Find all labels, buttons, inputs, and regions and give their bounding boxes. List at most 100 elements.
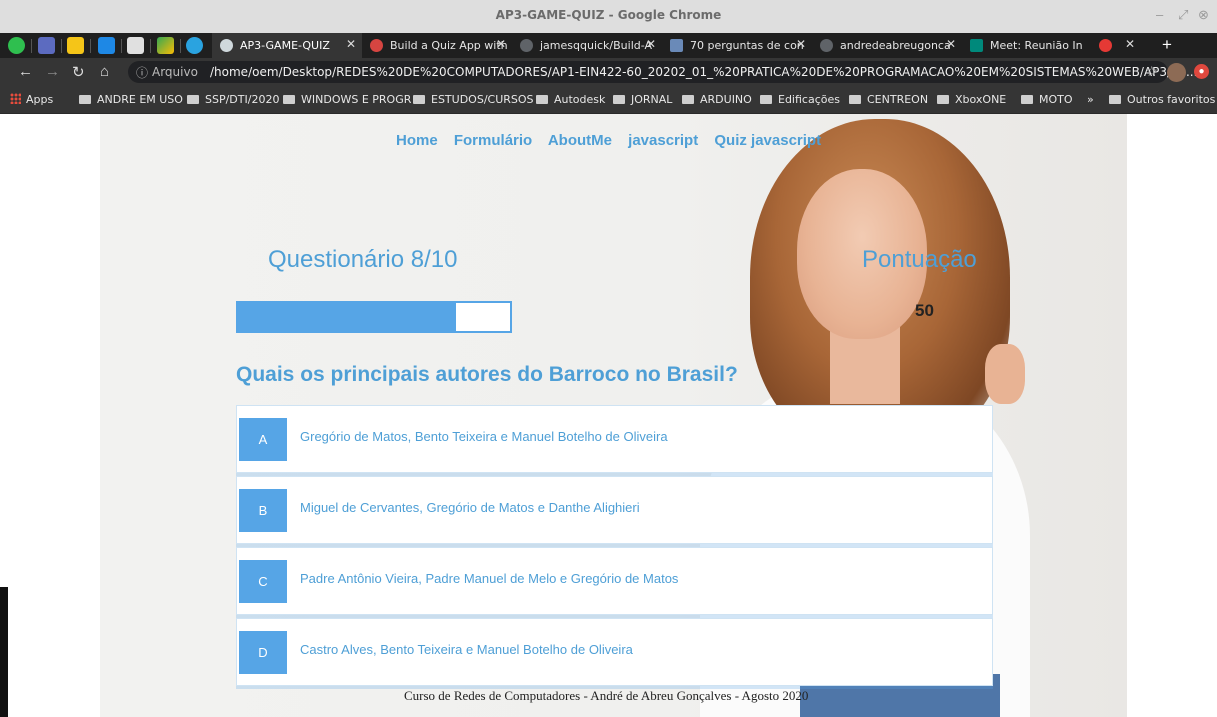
info-icon[interactable]: ⓘ [136, 64, 148, 81]
trello-pinned-tab-icon[interactable] [98, 37, 115, 54]
bookmark-other-favorites[interactable]: Outros favoritos [1109, 93, 1215, 106]
bookmark-label: SSP/DTI/2020 [205, 93, 280, 106]
folder-icon [1021, 95, 1033, 104]
bookmark-folder[interactable]: Edificações [760, 93, 840, 106]
github-icon [820, 39, 833, 52]
bookmark-folder[interactable]: SSP/DTI/2020 [187, 93, 279, 106]
tab-label: andredeabreugonca [840, 39, 951, 52]
folder-icon [682, 95, 694, 104]
page-content: Home Formulário AboutMe javascript Quiz … [100, 114, 1127, 717]
choice-d[interactable]: D Castro Alves, Bento Teixeira e Manuel … [236, 618, 993, 686]
tab-github-build-a[interactable]: jamesqquick/Build-A ✕ [512, 33, 662, 58]
background-photo-hand [985, 344, 1025, 404]
choice-text: Miguel de Cervantes, Gregório de Matos e… [300, 500, 640, 515]
bookmark-label: WINDOWS E PROGR [301, 93, 412, 106]
keep-pinned-tab-icon[interactable] [67, 37, 84, 54]
bookmark-label: MOTO [1039, 93, 1073, 106]
bookmark-label: Apps [26, 93, 54, 106]
site-nav: Home Formulário AboutMe javascript Quiz … [396, 132, 833, 149]
bookmark-folder[interactable]: Autodesk [536, 93, 605, 106]
tab-build-quiz-app[interactable]: Build a Quiz App with ✕ [362, 33, 512, 58]
close-tab-icon[interactable]: ✕ [346, 37, 356, 51]
bookmark-folder[interactable]: ANDRE EM USO [79, 93, 183, 106]
tab-separator [150, 39, 151, 53]
url-bar[interactable]: ⓘ Arquivo /home/oem/Desktop/REDES%20DE%2… [128, 61, 1197, 83]
profile-avatar[interactable] [1167, 63, 1186, 82]
choice-c[interactable]: C Padre Antônio Vieira, Padre Manuel de … [236, 547, 993, 615]
back-icon[interactable]: ← [18, 63, 33, 80]
github-icon [520, 39, 533, 52]
bookmark-label: ESTUDOS/CURSOS [431, 93, 534, 106]
board-pinned-tab-icon[interactable] [127, 37, 144, 54]
pinned-tab-icon[interactable] [38, 37, 55, 54]
bookmark-label: ANDRE EM USO [97, 93, 183, 106]
choice-text: Padre Antônio Vieira, Padre Manuel de Me… [300, 571, 679, 586]
choice-b[interactable]: B Miguel de Cervantes, Gregório de Matos… [236, 476, 993, 544]
bookmarks-bar: Apps ANDRE EM USO SSP/DTI/2020 WINDOWS E… [0, 87, 1217, 114]
bookmark-folder[interactable]: ESTUDOS/CURSOS [413, 93, 534, 106]
new-tab-icon[interactable]: + [1162, 35, 1172, 55]
site-favicon-icon [370, 39, 383, 52]
tab-meet-reuniao[interactable]: Meet: Reunião In ✕ [962, 33, 1147, 58]
tab-separator [90, 39, 91, 53]
tab-andredeabreugonca[interactable]: andredeabreugonca ✕ [812, 33, 962, 58]
folder-icon [937, 95, 949, 104]
folder-icon [760, 95, 772, 104]
bookmark-apps[interactable]: Apps [10, 93, 53, 106]
bookmark-folder[interactable]: JORNAL [613, 93, 672, 106]
whatsapp-pinned-tab-icon[interactable] [8, 37, 25, 54]
telegram-pinned-tab-icon[interactable] [186, 37, 203, 54]
folder-icon [283, 95, 295, 104]
nav-link-javascript[interactable]: javascript [628, 132, 698, 149]
bookmark-folder[interactable]: MOTO [1021, 93, 1073, 106]
progress-bar [236, 301, 512, 333]
image-favicon-icon [670, 39, 683, 52]
bookmark-label: ARDUINO [700, 93, 752, 106]
tab-70-perguntas[interactable]: 70 perguntas de con ✕ [662, 33, 812, 58]
close-window-icon[interactable]: ⊗ [1198, 7, 1209, 23]
bookmark-folder[interactable]: ARDUINO [682, 93, 752, 106]
progress-bar-fill [238, 303, 456, 331]
close-tab-icon[interactable]: ✕ [646, 37, 656, 51]
choice-a[interactable]: A Gregório de Matos, Bento Teixeira e Ma… [236, 405, 993, 473]
bookmarks-overflow-button[interactable]: » [1087, 93, 1094, 106]
bookmark-folder[interactable]: WINDOWS E PROGR [283, 93, 411, 106]
window-titlebar: AP3-GAME-QUIZ - Google Chrome – ⤢ ⊗ [0, 0, 1217, 33]
reload-icon[interactable]: ↻ [72, 63, 85, 81]
minimize-icon[interactable]: – [1156, 7, 1163, 22]
forward-icon[interactable]: → [45, 63, 60, 80]
question-text: Quais os principais autores do Barroco n… [236, 363, 738, 386]
choice-text: Castro Alves, Bento Teixeira e Manuel Bo… [300, 642, 633, 657]
close-tab-icon[interactable]: ✕ [946, 37, 956, 51]
nav-link-formulario[interactable]: Formulário [454, 132, 532, 149]
bookmark-folder[interactable]: CENTREON [849, 93, 928, 106]
folder-icon [613, 95, 625, 104]
choice-text: Gregório de Matos, Bento Teixeira e Manu… [300, 429, 668, 444]
tab-label: Build a Quiz App with [390, 39, 508, 52]
choice-prefix: C [239, 560, 287, 603]
close-tab-icon[interactable]: ✕ [496, 37, 506, 51]
extension-icon[interactable]: ● [1194, 64, 1209, 79]
folder-icon [79, 95, 91, 104]
home-icon[interactable]: ⌂ [100, 63, 109, 80]
tab-separator [180, 39, 181, 53]
close-tab-icon[interactable]: ✕ [1125, 37, 1135, 51]
bookmark-folder[interactable]: XboxONE [937, 93, 1006, 106]
folder-icon [1109, 95, 1121, 104]
choice-prefix: B [239, 489, 287, 532]
bookmark-star-icon[interactable]: ☆ [1145, 63, 1158, 80]
nav-link-quiz-javascript[interactable]: Quiz javascript [714, 132, 821, 149]
maximize-icon[interactable]: ⤢ [1178, 7, 1188, 23]
bookmark-label: Autodesk [554, 93, 606, 106]
nav-link-home[interactable]: Home [396, 132, 438, 149]
url-path[interactable]: /home/oem/Desktop/REDES%20DE%20COMPUTADO… [210, 65, 1197, 79]
page-footer: Curso de Redes de Computadores - André d… [404, 688, 809, 703]
nav-link-aboutme[interactable]: AboutMe [548, 132, 612, 149]
bookmark-label: CENTREON [867, 93, 929, 106]
tab-ap3-game-quiz[interactable]: AP3-GAME-QUIZ ✕ [212, 33, 362, 58]
tab-label: Meet: Reunião In [990, 39, 1083, 52]
arrows-pinned-tab-icon[interactable] [157, 37, 174, 54]
folder-icon [536, 95, 548, 104]
close-tab-icon[interactable]: ✕ [796, 37, 806, 51]
tab-separator [31, 39, 32, 53]
